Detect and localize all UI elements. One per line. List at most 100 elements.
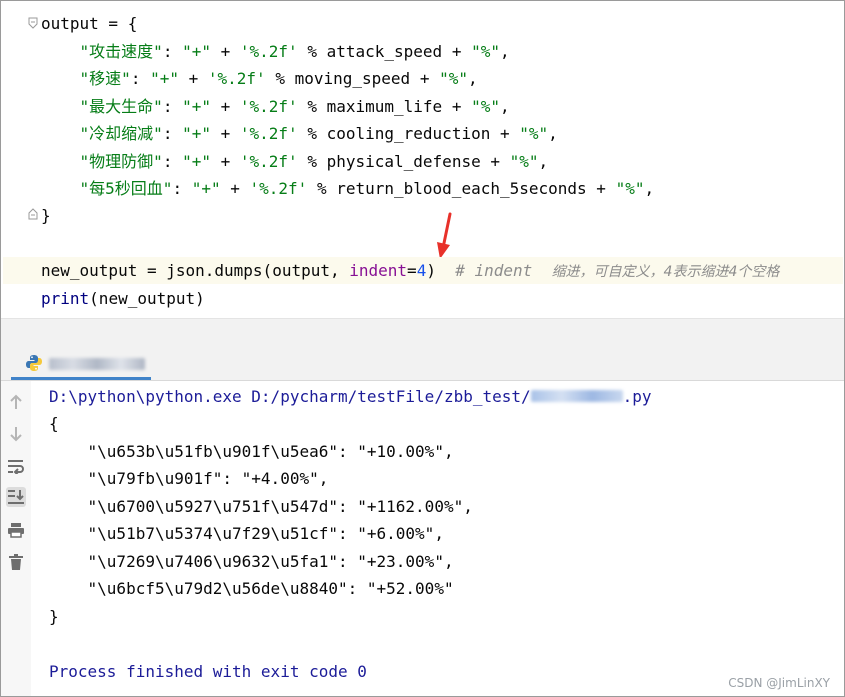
console-command-line[interactable]: D:\python\python.exe D:/pycharm/testFile… [49, 383, 652, 410]
code-token: "冷却缩减" [79, 124, 163, 143]
code-token: "+" [191, 179, 221, 198]
code-token: % cooling_reduction + [297, 124, 520, 143]
python-icon [26, 355, 42, 371]
code-token: "+" [150, 69, 179, 88]
code-token: + [210, 42, 240, 61]
code-token: '%.2f' [239, 97, 298, 116]
code-token: % physical_defense + [297, 152, 510, 171]
code-token: "+" [182, 152, 211, 171]
scroll-to-end-icon [8, 490, 24, 504]
code-token: : [162, 97, 183, 116]
console-output-line[interactable]: } [49, 603, 59, 630]
code-token: "+" [182, 124, 211, 143]
arrow-up-icon [10, 394, 22, 409]
code-token: : [162, 42, 183, 61]
watermark: CSDN @JimLinXY [728, 676, 830, 690]
console-exit-message: Process finished with exit code 0 [49, 662, 367, 681]
console-output-line[interactable]: "\u6700\u5927\u751f\u547d": "+1162.00%", [49, 493, 473, 520]
code-token: 4 [416, 261, 427, 280]
code-token: "%" [439, 69, 468, 88]
code-token: + [210, 124, 240, 143]
code-token: + [210, 152, 240, 171]
code-token: : [172, 179, 192, 198]
code-line[interactable]: "每5秒回血": "+" + '%.2f' % return_blood_eac… [41, 175, 655, 202]
code-line[interactable]: output = { [41, 10, 137, 37]
code-token: '%.2f' [207, 69, 266, 88]
code-token: "%" [471, 42, 500, 61]
console-output-line[interactable]: "\u6bcf5\u79d2\u56de\u8840": "+52.00%" [49, 575, 454, 602]
command-extension: .py [622, 387, 652, 406]
console-output-line[interactable]: "\u79fb\u901f": "+4.00%", [49, 465, 329, 492]
code-line[interactable]: "移速": "+" + '%.2f' % moving_speed + "%", [41, 65, 478, 92]
console-output-line[interactable]: { [49, 410, 59, 437]
fold-close-icon[interactable] [28, 208, 38, 220]
code-token: "+" [182, 97, 211, 116]
code-line[interactable]: "冷却缩减": "+" + '%.2f' % cooling_reduction… [41, 120, 558, 147]
run-tab[interactable] [11, 346, 151, 380]
code-token: 缩进，可自定义，4表示缩进4个空格 [551, 264, 780, 280]
code-token: } [41, 206, 51, 225]
soft-wrap-button[interactable] [6, 456, 26, 476]
code-line[interactable]: "攻击速度": "+" + '%.2f' % attack_speed + "%… [41, 38, 510, 65]
scroll-down-button[interactable] [6, 424, 26, 444]
code-token: , [467, 69, 478, 88]
run-console[interactable]: D:\python\python.exe D:/pycharm/testFile… [31, 381, 843, 696]
code-token: output = { [41, 14, 138, 33]
code-token: + [220, 179, 250, 198]
printer-icon [8, 523, 24, 538]
code-token: % moving_speed + [265, 69, 440, 88]
scroll-up-button[interactable] [6, 392, 26, 412]
trash-icon [9, 554, 23, 570]
code-token: # indent [455, 261, 552, 280]
code-token: '%.2f' [239, 42, 298, 61]
code-token: , [538, 152, 549, 171]
code-token: + [178, 69, 208, 88]
run-panel-header [1, 346, 844, 381]
scroll-to-end-button[interactable] [6, 487, 26, 507]
code-token: "物理防御" [79, 152, 163, 171]
code-token: (new_output) [89, 289, 205, 308]
editor-bottom-strip [1, 318, 844, 347]
code-line[interactable]: "物理防御": "+" + '%.2f' % physical_defense … [41, 148, 549, 175]
code-line[interactable]: print(new_output) [41, 285, 205, 312]
code-token: "移速" [79, 69, 131, 88]
code-token: % attack_speed + [297, 42, 472, 61]
console-output-line[interactable]: "\u51b7\u5374\u7f29\u51cf": "+6.00%", [49, 520, 444, 547]
clear-console-button[interactable] [6, 552, 26, 572]
code-line[interactable]: "最大生命": "+" + '%.2f' % maximum_life + "%… [41, 93, 510, 120]
code-token: "最大生命" [79, 97, 163, 116]
soft-wrap-icon [8, 460, 24, 474]
blurred-filename [530, 390, 623, 402]
code-token: ) [426, 261, 456, 280]
code-line[interactable]: } [41, 202, 51, 229]
code-token: '%.2f' [249, 179, 308, 198]
code-token: : [130, 69, 151, 88]
run-tab-label [49, 358, 145, 370]
code-token: , [644, 179, 655, 198]
run-toolbar [1, 381, 31, 696]
print-button[interactable] [6, 520, 26, 540]
code-token: "每5秒回血" [79, 179, 173, 198]
command-path: D:\python\python.exe D:/pycharm/testFile… [49, 387, 531, 406]
code-line[interactable]: new_output = json.dumps(output, indent=4… [3, 257, 843, 284]
code-token: print [41, 289, 90, 308]
red-arrow-annotation-icon [437, 212, 452, 259]
code-token: : [162, 124, 183, 143]
code-token: , [548, 124, 558, 143]
ide-window: output = { "攻击速度": "+" + '%.2f' % attack… [0, 0, 845, 697]
code-token: '%.2f' [239, 152, 298, 171]
code-token: % return_blood_each_5seconds + [307, 179, 616, 198]
code-token: % maximum_life + [297, 97, 472, 116]
code-token: indent [349, 261, 408, 280]
code-token: "%" [509, 152, 539, 171]
code-editor[interactable]: output = { "攻击速度": "+" + '%.2f' % attack… [2, 2, 843, 318]
console-output-line[interactable]: "\u7269\u7406\u9632\u5fa1": "+23.00%", [49, 548, 454, 575]
fold-open-icon[interactable] [28, 17, 38, 29]
code-token: new_output = json.dumps(output, [41, 261, 350, 280]
console-output-line[interactable]: "\u653b\u51fb\u901f\u5ea6": "+10.00%", [49, 438, 454, 465]
